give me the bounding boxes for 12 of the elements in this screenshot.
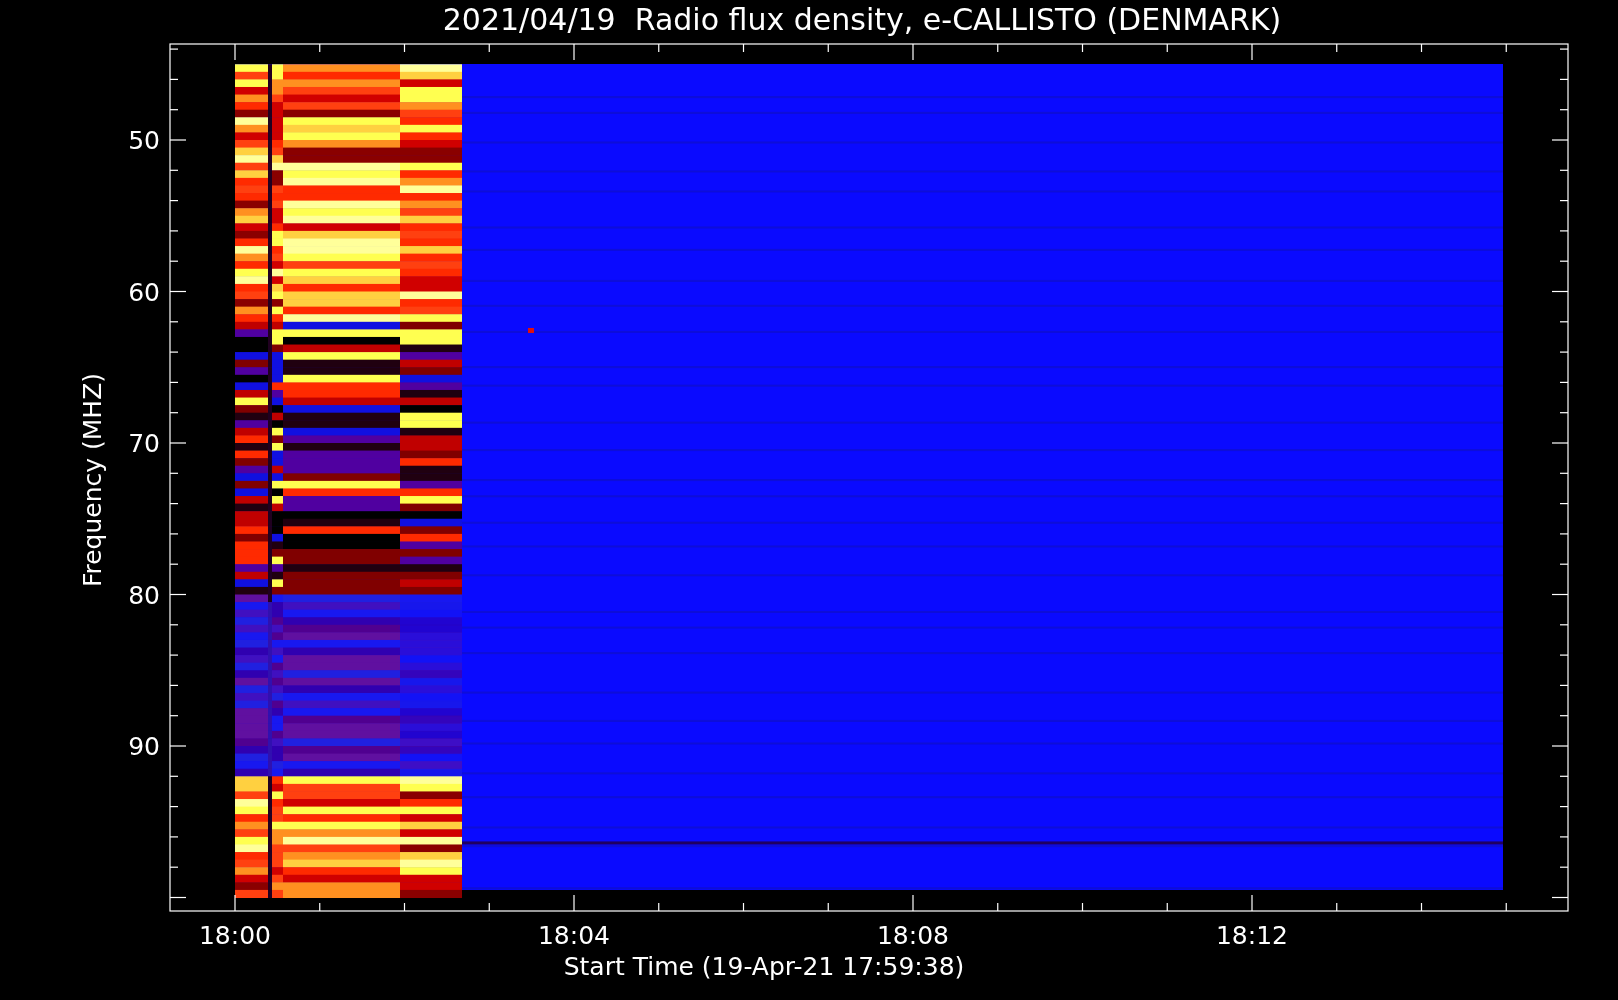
y-tick-label: 50 (128, 126, 160, 155)
x-tick-label: 18:12 (1216, 921, 1288, 950)
chart-title: 2021/04/19 Radio flux density, e-CALLISTO (DENMARK) (442, 2, 1282, 37)
y-tick-label: 80 (128, 580, 160, 610)
x-tick-label: 18:00 (199, 921, 271, 950)
y-tick-label: 70 (128, 429, 160, 458)
x-axis-label: Start Time (19-Apr-21 17:59:38) (563, 952, 965, 981)
y-axis-label: Frequency (MHZ) (78, 372, 107, 588)
x-tick-label: 18:04 (538, 921, 610, 950)
y-tick-label: 90 (128, 732, 160, 761)
y-tick-label: 60 (128, 277, 160, 307)
x-tick-label: 18:08 (877, 921, 949, 950)
